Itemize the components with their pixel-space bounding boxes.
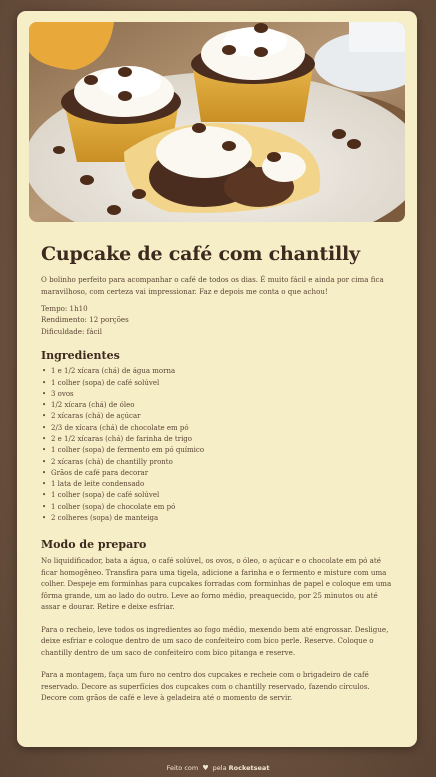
page-title: Cupcake de café com chantilly [41, 243, 360, 265]
footer-suffix: pela [212, 764, 227, 772]
list-item: 2 xícaras (chá) de chantilly pronto [42, 457, 397, 469]
preparation-paragraph: Para a montagem, faça um furo no centro … [41, 670, 370, 703]
list-item: 1 colher (sopa) de fermento em pó químic… [42, 445, 397, 457]
list-item: Grãos de café para decorar [42, 468, 397, 480]
ingredients-heading: Ingredientes [41, 349, 120, 363]
footer: Feito com ♥ pela Rocketseat [0, 764, 436, 772]
recipe-content: Cupcake de café com chantilly O bolinho … [41, 243, 397, 715]
list-item: 1 lata de leite condensado [42, 479, 397, 491]
list-item: 1 colher (sopa) de chocolate em pó [42, 502, 397, 514]
preparation-paragraph: No liquidificador, bata a água, o café s… [41, 556, 392, 612]
preparation-text: No liquidificador, bata a água, o café s… [41, 555, 397, 704]
heart-icon: ♥ [202, 764, 209, 772]
recipe-card: Cupcake de café com chantilly O bolinho … [17, 11, 417, 747]
list-item: 1/2 xícara (chá) de óleo [42, 400, 397, 412]
recipe-yield: Rendimento: 12 porções [41, 315, 129, 325]
ingredients-list: 1 e 1/2 xícara (chá) de água morna 1 col… [41, 366, 397, 524]
list-item: 2/3 de xícara (chá) de chocolate em pó [42, 423, 397, 435]
cupcakes-photo [29, 22, 405, 222]
list-item: 2 colheres (sopa) de manteiga [42, 513, 397, 525]
list-item: 1 colher (sopa) de café solúvel [42, 378, 397, 390]
recipe-intro: O bolinho perfeito para acompanhar o caf… [41, 275, 384, 296]
hero-image [29, 22, 405, 222]
preparation-paragraph: Para o recheio, leve todos os ingredient… [41, 624, 389, 657]
footer-brand: Rocketseat [228, 764, 270, 772]
list-item: 1 e 1/2 xícara (chá) de água morna [42, 366, 397, 378]
recipe-meta: Tempo: 1h10 Rendimento: 12 porções Dific… [41, 303, 397, 337]
list-item: 2 e 1/2 xícaras (chá) de farinha de trig… [42, 434, 397, 446]
recipe-difficulty: Dificuldade: fácil [41, 326, 103, 336]
list-item: 3 ovos [42, 389, 397, 401]
list-item: 2 xícaras (chá) de açúcar [42, 411, 397, 423]
list-item: 1 colher (sopa) de café solúvel [42, 490, 397, 502]
preparation-heading: Modo de preparo [41, 538, 147, 552]
recipe-time: Tempo: 1h10 [41, 304, 88, 313]
footer-prefix: Feito com [166, 764, 199, 772]
